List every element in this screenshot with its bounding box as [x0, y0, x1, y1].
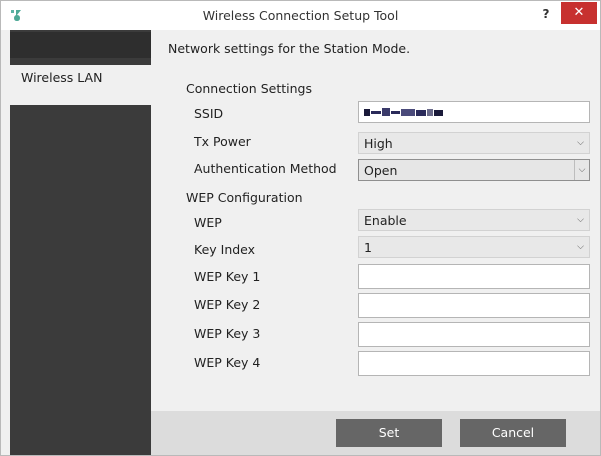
- key-index-value: 1: [364, 240, 372, 255]
- window-title: Wireless Connection Setup Tool: [202, 8, 399, 23]
- wep-key-1-label: WEP Key 1: [194, 269, 261, 284]
- wep-key-4-label: WEP Key 4: [194, 355, 261, 370]
- sidebar-item-wireless-lan[interactable]: Wireless LAN: [10, 65, 151, 105]
- wep-key-3-label: WEP Key 3: [194, 326, 261, 341]
- key-index-select[interactable]: 1 ⌵: [358, 236, 590, 258]
- connection-settings-heading: Connection Settings: [186, 81, 312, 96]
- wep-label: WEP: [194, 215, 222, 230]
- page-description: Network settings for the Station Mode.: [168, 41, 411, 56]
- sidebar-item-label: Wireless LAN: [21, 70, 103, 85]
- wep-key-3-field[interactable]: [358, 322, 590, 347]
- ssid-label: SSID: [194, 106, 224, 121]
- close-button[interactable]: ✕: [561, 2, 597, 24]
- chevron-down-icon: ⌵: [577, 138, 584, 148]
- auth-method-value: Open: [364, 163, 398, 178]
- wep-key-2-field[interactable]: [358, 293, 590, 318]
- tx-power-select[interactable]: High ⌵: [358, 132, 590, 154]
- wep-select[interactable]: Enable ⌵: [358, 209, 590, 231]
- wep-configuration-heading: WEP Configuration: [186, 190, 303, 205]
- sidebar: Wireless LAN: [10, 30, 151, 455]
- wep-key-2-label: WEP Key 2: [194, 297, 261, 312]
- cancel-button[interactable]: Cancel: [460, 419, 566, 447]
- wep-value: Enable: [364, 213, 407, 228]
- chevron-down-icon: ⌵: [574, 160, 589, 180]
- chevron-down-icon: ⌵: [577, 242, 584, 252]
- wep-key-1-field[interactable]: [358, 264, 590, 289]
- ssid-field[interactable]: [358, 101, 590, 123]
- auth-method-select[interactable]: Open ⌵: [358, 159, 590, 181]
- key-index-label: Key Index: [194, 242, 256, 257]
- auth-method-label: Authentication Method: [194, 161, 337, 176]
- setup-window: Wireless Connection Setup Tool ? ✕ Wirel…: [0, 0, 601, 456]
- sidebar-header-bar: [10, 32, 151, 58]
- title-bar: Wireless Connection Setup Tool ? ✕: [1, 1, 600, 30]
- tx-power-label: Tx Power: [194, 134, 251, 149]
- wep-key-4-field[interactable]: [358, 351, 590, 376]
- ssid-value-redacted: [364, 108, 443, 116]
- set-button[interactable]: Set: [336, 419, 442, 447]
- help-button[interactable]: ?: [535, 5, 557, 23]
- chevron-down-icon: ⌵: [577, 215, 584, 225]
- tx-power-value: High: [364, 136, 393, 151]
